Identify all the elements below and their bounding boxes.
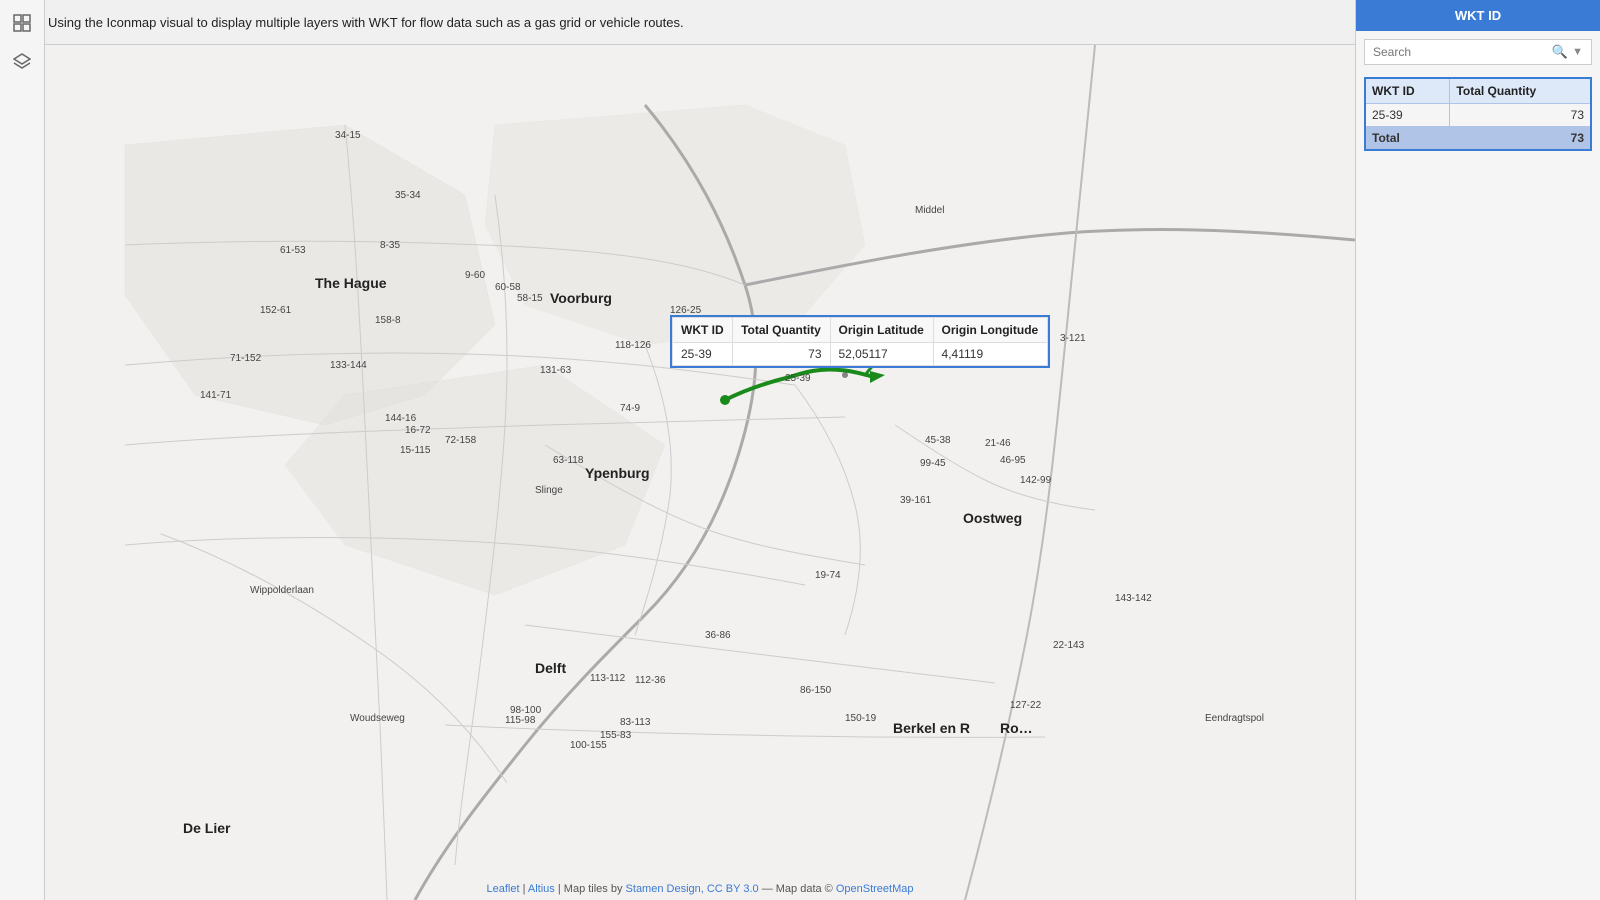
grid-view-icon[interactable] <box>7 8 37 38</box>
tooltip-origin-lon: 4,41119 <box>933 343 1047 366</box>
right-table-wkt-id: 25-39 <box>1365 104 1450 127</box>
tooltip-wkt-id: 25-39 <box>673 343 733 366</box>
search-icon: 🔍 <box>1552 44 1568 60</box>
tooltip-header-origin-lon: Origin Longitude <box>933 318 1047 343</box>
right-table-total-value: 73 <box>1450 127 1591 151</box>
right-table-row: 25-39 73 <box>1365 104 1591 127</box>
tooltip-origin-lat: 52,05117 <box>830 343 933 366</box>
tooltip-total-qty: 73 <box>733 343 830 366</box>
leaflet-link[interactable]: Leaflet <box>487 883 520 895</box>
right-table-header-total-qty: Total Quantity <box>1450 78 1591 104</box>
osm-link[interactable]: OpenStreetMap <box>836 883 914 895</box>
left-sidebar <box>0 0 45 900</box>
tooltip-header-total-qty: Total Quantity <box>733 318 830 343</box>
right-panel-title: WKT ID <box>1356 0 1600 31</box>
search-box[interactable]: 🔍 ▼ <box>1364 39 1592 65</box>
page-title: Using the Iconmap visual to display mult… <box>40 15 1380 30</box>
stamen-link[interactable]: Stamen Design, CC BY 3.0 <box>626 883 759 895</box>
tooltip-header-wkt-id: WKT ID <box>673 318 733 343</box>
tooltip-popup: WKT ID Total Quantity Origin Latitude Or… <box>670 315 1050 368</box>
search-input[interactable] <box>1373 45 1552 59</box>
map-container[interactable]: WKT ID Total Quantity Origin Latitude Or… <box>45 45 1355 900</box>
tooltip-header-origin-lat: Origin Latitude <box>830 318 933 343</box>
tooltip-row: 25-39 73 52,05117 4,41119 <box>673 343 1048 366</box>
layers-icon[interactable] <box>7 46 37 76</box>
altius-link[interactable]: Altius <box>528 883 555 895</box>
right-table-total-row: Total 73 <box>1365 127 1591 151</box>
search-filter-icon[interactable]: ▼ <box>1572 46 1583 58</box>
right-table-total-label: Total <box>1365 127 1450 151</box>
right-panel: WKT ID 🔍 ▼ WKT ID Total Quantity 25-39 7… <box>1355 0 1600 900</box>
right-panel-table: WKT ID Total Quantity 25-39 73 Total 73 <box>1364 77 1592 151</box>
right-table-header-wkt-id: WKT ID <box>1365 78 1450 104</box>
map-attribution: Leaflet | Altius | Map tiles by Stamen D… <box>487 883 914 895</box>
right-table-total-qty: 73 <box>1450 104 1591 127</box>
